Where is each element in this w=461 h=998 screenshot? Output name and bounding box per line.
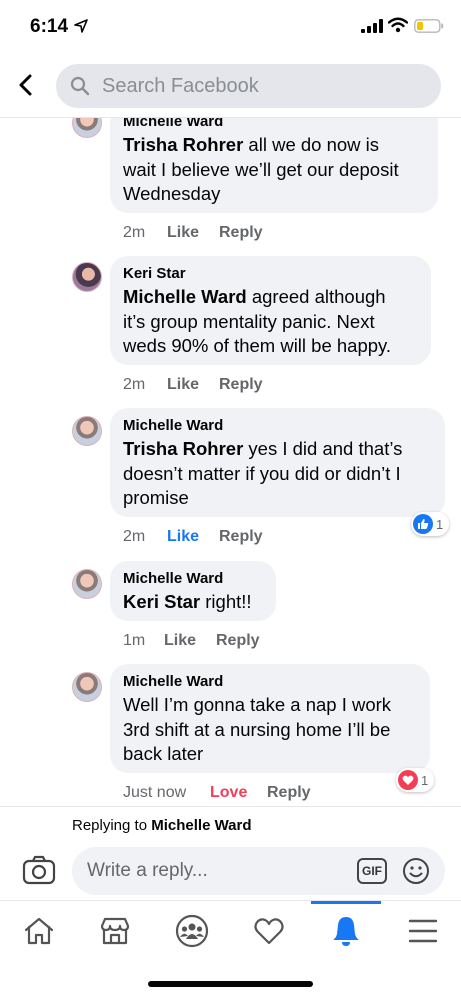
battery-icon <box>414 19 444 33</box>
back-arrow-icon <box>19 74 32 96</box>
reaction-summary[interactable]: 1 <box>411 512 450 536</box>
like-button[interactable]: Like <box>167 376 219 394</box>
emoji-icon[interactable] <box>402 857 430 885</box>
comment-text: Well I’m gonna take a nap I work 3rd shif… <box>123 694 392 764</box>
mention-link[interactable]: Michelle Ward <box>123 286 247 307</box>
tab-marketplace[interactable] <box>95 913 135 949</box>
reply-button[interactable]: Reply <box>216 632 260 650</box>
thumbs-up-reaction-icon <box>413 514 433 534</box>
avatar[interactable] <box>72 569 102 599</box>
reply-input[interactable] <box>87 847 337 895</box>
tab-groups[interactable] <box>172 913 212 949</box>
reply-button[interactable]: Reply <box>219 224 263 242</box>
heart-reaction-icon <box>398 770 418 790</box>
comment-bubble[interactable]: Keri Star Michelle Ward agreed although i… <box>110 256 431 365</box>
comment-time: Just now <box>123 784 187 801</box>
reaction-summary[interactable]: 1 <box>396 768 435 792</box>
reply-button[interactable]: Reply <box>219 376 263 394</box>
like-button[interactable]: Like <box>164 632 216 650</box>
reply-button[interactable]: Reply <box>267 784 311 802</box>
mention-link[interactable]: Keri Star <box>123 591 200 612</box>
mention-link[interactable]: Trisha Rohrer <box>123 438 243 459</box>
tab-menu[interactable] <box>403 913 443 949</box>
like-button[interactable]: Like <box>167 528 219 546</box>
comment-text: Keri Star right!! <box>123 591 252 612</box>
replying-to-name[interactable]: Michelle Ward <box>151 817 251 834</box>
comment-actions: Just now Love Reply <box>123 784 311 802</box>
gif-button[interactable]: GIF <box>357 858 387 884</box>
home-indicator <box>148 981 313 987</box>
comment-text: Trisha Rohrer yes I did and that’s doesn’… <box>123 438 403 508</box>
status-bar: 6:14 <box>0 0 461 54</box>
comment-bubble[interactable]: Michelle Ward Trisha Rohrer yes I did an… <box>110 408 445 517</box>
marketplace-icon <box>100 917 130 945</box>
reply-composer: Replying to Michelle Ward GIF <box>0 806 461 900</box>
comment-author[interactable]: Michelle Ward <box>123 416 431 435</box>
search-box[interactable] <box>56 64 441 108</box>
comment-actions: 1m Like Reply <box>123 632 260 650</box>
comment-time: 2m <box>123 376 146 393</box>
comment-actions: 2m Like Reply <box>123 224 263 242</box>
search-icon <box>70 76 90 96</box>
avatar[interactable] <box>72 416 102 446</box>
like-button[interactable]: Like <box>167 224 219 242</box>
reaction-count: 1 <box>421 772 429 788</box>
comment-author[interactable]: Michelle Ward <box>123 672 416 691</box>
comment-bubble[interactable]: Michelle Ward Trisha Rohrer all we do no… <box>110 118 438 213</box>
comment-bubble[interactable]: Michelle Ward Keri Star right!! <box>110 561 276 621</box>
back-button[interactable] <box>12 70 38 100</box>
love-button[interactable]: Love <box>210 784 267 802</box>
cellular-signal-icon <box>361 19 383 33</box>
reply-button[interactable]: Reply <box>219 528 263 546</box>
avatar[interactable] <box>72 118 102 138</box>
comment-actions: 2m Like Reply <box>123 528 263 546</box>
tab-home[interactable] <box>19 913 59 949</box>
reaction-count: 1 <box>436 516 444 532</box>
location-arrow-icon <box>74 19 88 33</box>
comment-time: 2m <box>123 528 146 545</box>
replying-to-label: Replying to Michelle Ward <box>72 817 252 834</box>
comment-time: 2m <box>123 224 146 241</box>
tab-dating[interactable] <box>249 913 289 949</box>
avatar[interactable] <box>72 262 102 292</box>
tab-notifications[interactable] <box>326 913 366 949</box>
comment-author[interactable]: Michelle Ward <box>123 118 424 131</box>
comment-thread: Michelle Ward Trisha Rohrer all we do no… <box>0 118 461 806</box>
wifi-icon <box>388 17 408 33</box>
heart-icon <box>254 918 284 945</box>
reply-box[interactable]: GIF <box>72 847 445 895</box>
comment-text: Trisha Rohrer all we do now is wait I bel… <box>123 134 399 204</box>
comment-time: 1m <box>123 632 146 649</box>
search-header <box>0 54 461 118</box>
groups-icon <box>175 914 209 948</box>
search-input[interactable] <box>102 64 422 108</box>
camera-icon[interactable] <box>22 855 56 885</box>
bell-icon <box>333 917 359 946</box>
comment-text: Michelle Ward agreed although it’s group … <box>123 286 392 356</box>
mention-link[interactable]: Trisha Rohrer <box>123 134 243 155</box>
comment-bubble[interactable]: Michelle Ward Well I’m gonna take a nap … <box>110 664 430 773</box>
comment-author[interactable]: Michelle Ward <box>123 569 262 588</box>
status-time: 6:14 <box>30 16 69 37</box>
comment-actions: 2m Like Reply <box>123 376 263 394</box>
active-tab-indicator <box>311 901 381 904</box>
menu-icon <box>408 919 438 943</box>
comment-author[interactable]: Keri Star <box>123 264 417 283</box>
avatar[interactable] <box>72 672 102 702</box>
home-icon <box>24 917 54 945</box>
